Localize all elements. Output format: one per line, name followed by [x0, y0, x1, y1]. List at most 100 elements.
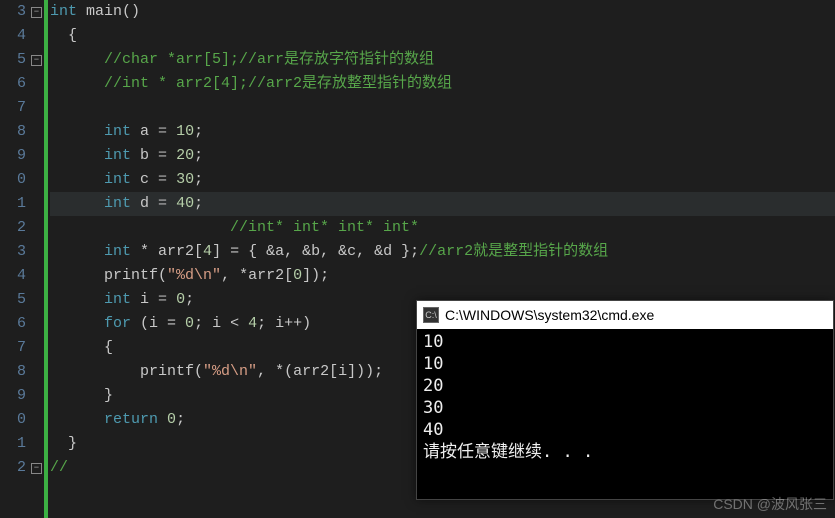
console-line: 请按任意键继续. . .	[423, 441, 827, 463]
code-line[interactable]: //int * arr2[4];//arr2是存放整型指针的数组	[50, 72, 835, 96]
identifier: ] = { &a, &b, &c, &d };	[212, 243, 419, 260]
keyword: for	[104, 315, 131, 332]
number: 10	[176, 123, 194, 140]
keyword: int	[104, 123, 131, 140]
fold-icon[interactable]: −	[31, 463, 42, 474]
line-number: 7	[0, 96, 26, 120]
space	[167, 291, 176, 308]
punct: (	[158, 267, 167, 284]
comment: //char *arr[5];//arr是存放字符指针的数组	[104, 51, 434, 68]
line-number: 7	[0, 336, 26, 360]
console-line: 10	[423, 331, 827, 353]
space	[158, 411, 167, 428]
line-number: 4	[0, 264, 26, 288]
code-line[interactable]: int b = 20;	[50, 144, 835, 168]
keyword: int	[50, 3, 77, 20]
space	[167, 147, 176, 164]
line-number: 4	[0, 24, 26, 48]
identifier: , *arr2[	[221, 267, 293, 284]
code-line[interactable]	[50, 96, 835, 120]
console-output[interactable]: 10 10 20 30 40 请按任意键继续. . .	[417, 329, 833, 465]
punct: ;	[185, 291, 194, 308]
console-line: 20	[423, 375, 827, 397]
console-window[interactable]: C:\ C:\WINDOWS\system32\cmd.exe 10 10 20…	[416, 300, 834, 500]
code-line[interactable]: //int* int* int* int*	[50, 216, 835, 240]
line-number: 1	[0, 192, 26, 216]
brace: }	[104, 387, 113, 404]
identifier: main	[77, 3, 122, 20]
comment: //int* int* int* int*	[230, 219, 419, 236]
punct: (	[194, 363, 203, 380]
keyword: int	[104, 243, 131, 260]
punct: ;	[194, 123, 203, 140]
keyword: int	[104, 291, 131, 308]
identifier: d	[131, 195, 158, 212]
code-line[interactable]: int a = 10;	[50, 120, 835, 144]
line-number: 3	[0, 0, 26, 24]
keyword: return	[104, 411, 158, 428]
identifier: , *(arr2[i]));	[257, 363, 383, 380]
identifier: b	[131, 147, 158, 164]
comment: //arr2就是整型指针的数组	[419, 243, 608, 260]
space	[167, 171, 176, 188]
identifier: ; i++)	[257, 315, 311, 332]
space	[167, 195, 176, 212]
fold-column: − − −	[30, 0, 44, 518]
code-line[interactable]: int c = 30;	[50, 168, 835, 192]
fold-icon[interactable]: −	[31, 55, 42, 66]
fold-icon[interactable]: −	[31, 7, 42, 18]
keyword: int	[104, 195, 131, 212]
line-number: 5	[0, 48, 26, 72]
operator: =	[158, 171, 167, 188]
line-number: 0	[0, 408, 26, 432]
line-number: 3	[0, 240, 26, 264]
code-line-current[interactable]: int d = 40;	[50, 192, 835, 216]
punct: ;	[176, 411, 185, 428]
brace: {	[68, 27, 77, 44]
cmd-icon: C:\	[423, 307, 439, 323]
line-number: 9	[0, 144, 26, 168]
string: "%d\n"	[167, 267, 221, 284]
keyword: int	[104, 147, 131, 164]
code-line[interactable]: {	[50, 24, 835, 48]
punct: ]);	[302, 267, 329, 284]
console-line: 40	[423, 419, 827, 441]
code-line[interactable]: //char *arr[5];//arr是存放字符指针的数组	[50, 48, 835, 72]
operator: =	[158, 147, 167, 164]
line-number: 2	[0, 456, 26, 480]
line-number: 1	[0, 432, 26, 456]
code-line[interactable]: int * arr2[4] = { &a, &b, &c, &d };//arr…	[50, 240, 835, 264]
punct: ;	[194, 195, 203, 212]
comment: //int * arr2[4];//arr2是存放整型指针的数组	[104, 75, 452, 92]
punct: ()	[122, 3, 140, 20]
brace: {	[104, 339, 113, 356]
line-number: 6	[0, 72, 26, 96]
number: 0	[185, 315, 194, 332]
code-line[interactable]: printf("%d\n", *arr2[0]);	[50, 264, 835, 288]
operator: =	[158, 195, 167, 212]
comment: //	[50, 459, 68, 476]
console-line: 30	[423, 397, 827, 419]
number: 20	[176, 147, 194, 164]
number: 4	[248, 315, 257, 332]
console-titlebar[interactable]: C:\ C:\WINDOWS\system32\cmd.exe	[417, 301, 833, 329]
identifier: (i =	[131, 315, 185, 332]
brace: }	[68, 435, 77, 452]
space	[167, 123, 176, 140]
number: 30	[176, 171, 194, 188]
number: 0	[293, 267, 302, 284]
number: 4	[203, 243, 212, 260]
code-line[interactable]: int main()	[50, 0, 835, 24]
function-call: printf	[104, 267, 158, 284]
line-number: 8	[0, 360, 26, 384]
number: 0	[176, 291, 185, 308]
operator: =	[158, 291, 167, 308]
console-line: 10	[423, 353, 827, 375]
number: 0	[167, 411, 176, 428]
identifier: * arr2[	[131, 243, 203, 260]
identifier: ; i <	[194, 315, 248, 332]
identifier: a	[131, 123, 158, 140]
line-number: 8	[0, 120, 26, 144]
number: 40	[176, 195, 194, 212]
line-number-gutter: 3 4 5 6 7 8 9 0 1 2 3 4 5 6 7 8 9 0 1 2	[0, 0, 30, 518]
